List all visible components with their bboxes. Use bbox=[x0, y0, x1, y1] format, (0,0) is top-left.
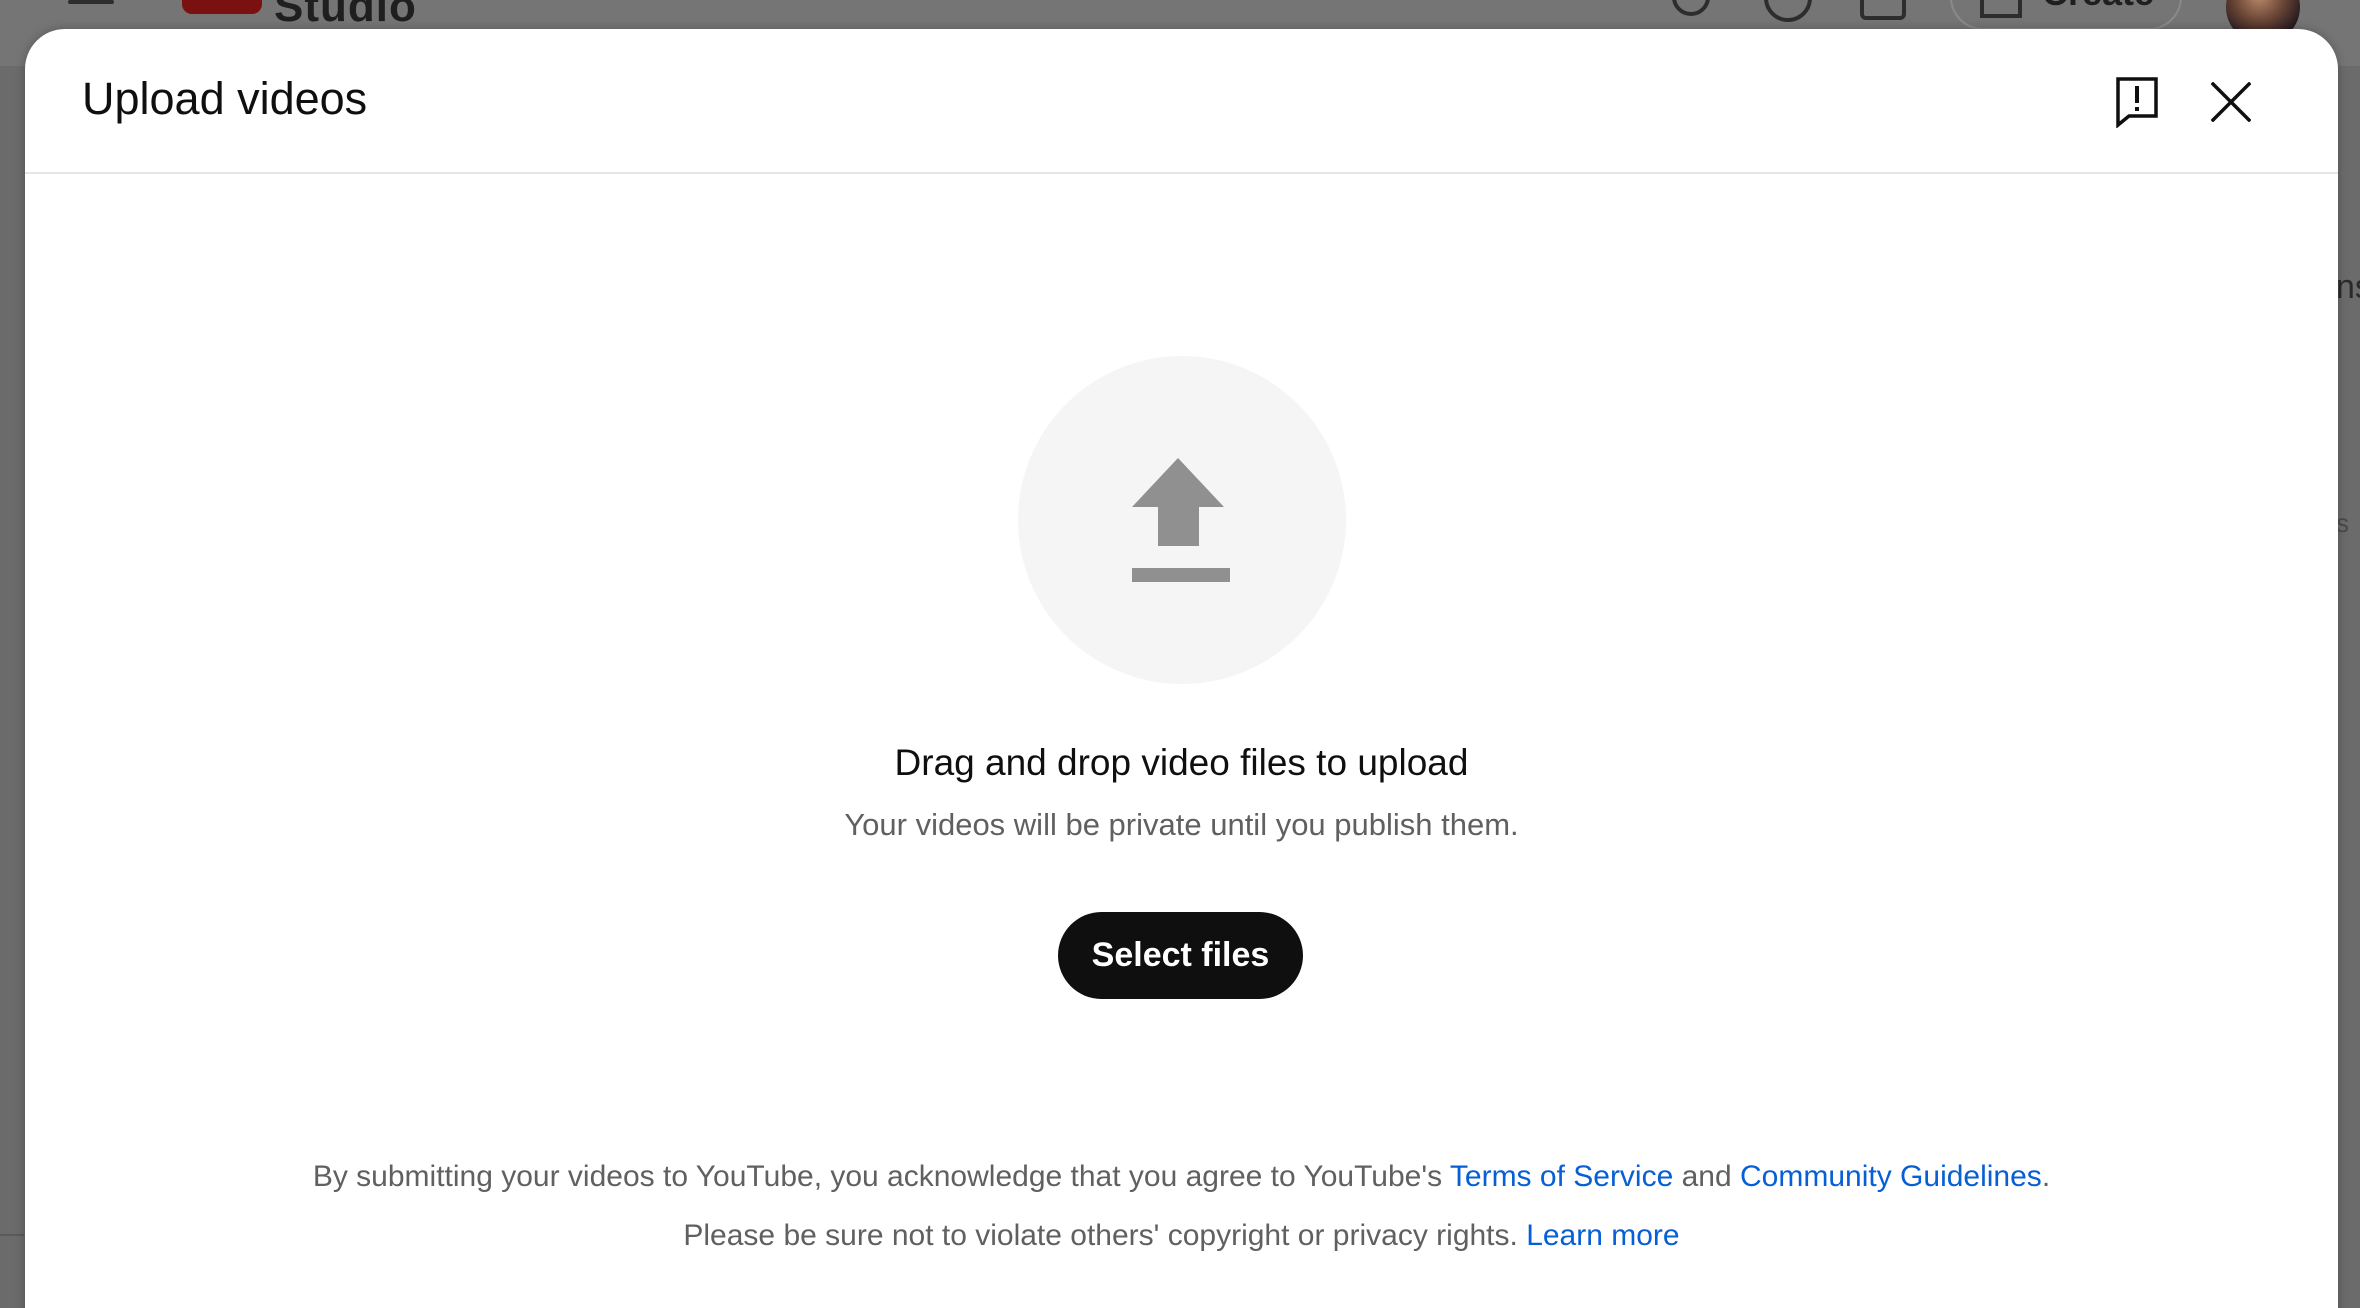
upload-arrow-icon bbox=[1132, 458, 1230, 582]
learn-more-link[interactable]: Learn more bbox=[1526, 1219, 1679, 1252]
legal-notice-line2: Please be sure not to violate others' co… bbox=[25, 1219, 2338, 1253]
search-icon bbox=[1672, 0, 1710, 16]
upload-drop-zone[interactable] bbox=[1018, 356, 1346, 684]
terms-of-service-link[interactable]: Terms of Service bbox=[1450, 1160, 1673, 1193]
select-files-button[interactable]: Select files bbox=[1058, 912, 1303, 999]
legal-text: . bbox=[2041, 1160, 2051, 1193]
dialog-header: Upload videos bbox=[25, 29, 2338, 174]
create-button: Create bbox=[1950, 0, 2182, 30]
create-video-icon bbox=[1980, 0, 2022, 18]
create-label: Create bbox=[2042, 0, 2154, 14]
privacy-notice: Your videos will be private until you pu… bbox=[844, 807, 1519, 842]
drag-drop-heading: Drag and drop video files to upload bbox=[894, 742, 1469, 783]
background-divider bbox=[0, 1234, 24, 1236]
studio-logo-text: Studio bbox=[274, 0, 417, 31]
upload-videos-dialog: Upload videos Drag and drop video files … bbox=[25, 29, 2338, 1308]
feedback-icon bbox=[2116, 77, 2158, 128]
notifications-icon bbox=[1860, 0, 1906, 20]
legal-notice-line1: By submitting your videos to YouTube, yo… bbox=[25, 1160, 2338, 1194]
help-icon bbox=[1764, 0, 1812, 22]
studio-logo-icon bbox=[182, 0, 262, 14]
dialog-title: Upload videos bbox=[82, 73, 368, 124]
legal-text: Please be sure not to violate others' co… bbox=[683, 1219, 1527, 1252]
legal-text: By submitting your videos to YouTube, yo… bbox=[312, 1160, 1450, 1193]
close-icon bbox=[2211, 82, 2251, 122]
community-guidelines-link[interactable]: Community Guidelines bbox=[1740, 1160, 2042, 1193]
feedback-button[interactable] bbox=[2097, 62, 2177, 142]
menu-icon bbox=[68, 0, 114, 4]
legal-text: and bbox=[1673, 1160, 1741, 1193]
close-button[interactable] bbox=[2191, 62, 2271, 142]
background-side-text: ns bbox=[2336, 268, 2360, 306]
